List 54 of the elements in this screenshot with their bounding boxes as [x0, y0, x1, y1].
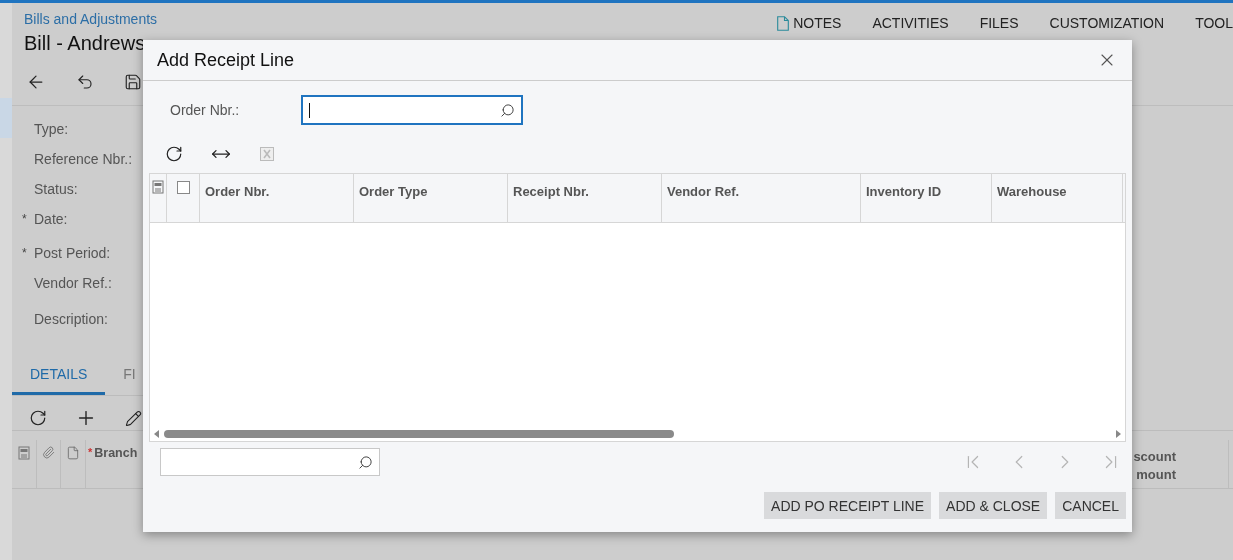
required-mark: * [22, 212, 27, 226]
document-icon [66, 446, 80, 460]
grid-settings-icon[interactable] [152, 180, 164, 194]
column-header[interactable]: Receipt Nbr. [513, 184, 589, 199]
pencil-icon [125, 409, 142, 427]
refresh-button[interactable] [165, 145, 183, 163]
field-label: Reference Nbr.: [34, 150, 133, 168]
search-field[interactable] [160, 448, 380, 476]
revert-button[interactable] [76, 73, 94, 91]
field-label: Vendor Ref.: [34, 274, 112, 292]
column-header[interactable]: Vendor Ref. [667, 184, 740, 199]
search-icon [358, 454, 373, 470]
order-number-field[interactable] [302, 96, 522, 124]
scroll-left-icon[interactable] [154, 430, 160, 438]
dialog-button[interactable]: CANCEL [1055, 492, 1126, 519]
column-header[interactable]: Order Type [359, 184, 428, 199]
column-header[interactable]: Branch [94, 446, 138, 460]
header-link[interactable]: ACTIVITIES [872, 15, 949, 31]
dialog-button[interactable]: ADD & CLOSE [939, 492, 1048, 519]
sidebar-highlight [0, 98, 12, 138]
field-label: Status: [34, 180, 78, 198]
tab[interactable]: DETAILS [12, 358, 106, 395]
field-label: Type: [34, 120, 69, 138]
header-link[interactable]: NOTES [777, 15, 842, 31]
required-mark: * [88, 446, 93, 458]
required-mark: * [22, 246, 27, 260]
undo-icon [76, 73, 94, 91]
field-label: Post Period: [34, 244, 111, 262]
save-button[interactable] [124, 73, 142, 91]
dialog-title: Add Receipt Line [157, 49, 295, 71]
field-label: Description: [34, 310, 108, 328]
field-label: Order Nbr.: [170, 102, 237, 118]
refresh-button[interactable] [29, 409, 47, 427]
refresh-icon [165, 145, 183, 163]
save-icon [124, 73, 142, 91]
column-header[interactable]: scount mount [1132, 444, 1176, 488]
document-icon [777, 15, 790, 31]
header-link[interactable]: CUSTOMIZATION [1049, 15, 1165, 31]
column-header[interactable]: Inventory ID [866, 184, 942, 199]
column-header[interactable]: Order Nbr. [205, 184, 270, 199]
search-icon [500, 102, 515, 118]
edit-button[interactable] [125, 409, 142, 427]
header-link[interactable]: FILES [979, 15, 1019, 31]
scroll-right-icon[interactable] [1115, 430, 1121, 438]
page-title: Bill - Andrews [24, 32, 147, 55]
select-all-checkbox[interactable] [176, 181, 190, 194]
dialog-button[interactable]: ADD PO RECEIPT LINE [764, 492, 932, 519]
grid-settings-icon[interactable] [18, 446, 30, 460]
header-link[interactable]: TOOL [1195, 15, 1233, 31]
column-header[interactable]: Warehouse [997, 184, 1067, 199]
field-label: Date: [34, 210, 68, 228]
refresh-icon [29, 409, 47, 427]
paperclip-icon [42, 446, 55, 459]
spreadsheet-icon [259, 146, 275, 162]
